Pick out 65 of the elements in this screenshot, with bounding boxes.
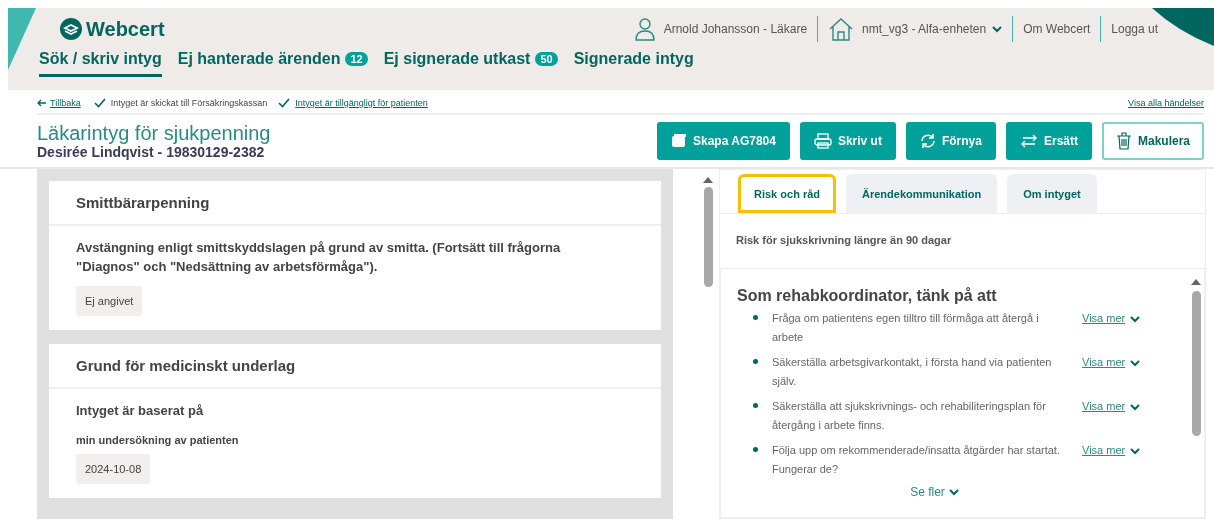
printer-icon <box>813 133 832 149</box>
show-more-link[interactable]: Visa mer <box>1082 397 1141 416</box>
certificate-title: Läkarintyg för sjukpenning <box>37 122 271 144</box>
advice-text: Säkerställa att sjukskrivnings- och rehabiliteringsplan för återgång i arbete finns. <box>772 399 1047 433</box>
count-badge: 12 <box>345 52 368 66</box>
answer-label: min undersökning av patienten <box>76 434 240 446</box>
nav-tab[interactable]: Ej signerade utkast 50 <box>383 50 558 77</box>
back-link[interactable]: Tillbaka <box>37 98 81 108</box>
advice-text: Följa upp om rekommenderade/insatta åtgärder har startat. Fungerar de? <box>772 443 1061 477</box>
answer-value: 2024-10-08 <box>76 454 151 484</box>
bullet-icon <box>753 315 758 320</box>
answer-value: Ej angivet <box>76 286 143 316</box>
nav-tab[interactable]: Signerade intyg <box>573 50 694 77</box>
question-text: Intyget är baserat på <box>76 402 205 420</box>
check-icon <box>93 98 106 108</box>
action-button[interactable]: Makulera <box>1101 122 1204 160</box>
trash-icon <box>1115 132 1132 150</box>
nav-tab[interactable]: Sök / skriv intyg <box>39 50 162 77</box>
chevron-down-icon <box>1130 358 1141 367</box>
action-button[interactable]: Skapa AG7804 <box>656 122 790 160</box>
chevron-down-icon <box>1130 402 1141 411</box>
show-more-link[interactable]: Visa mer <box>1082 309 1141 328</box>
nav-tab[interactable]: Ej hanterade ärenden 12 <box>177 50 368 77</box>
document-icon <box>670 133 687 149</box>
header-link[interactable]: Logga ut <box>1111 22 1158 36</box>
question-text: Avstängning enligt smittskyddslagen på grund av smitta. (Fortsätt till frågorna "Diagnos" och "Nedsättning av arbetsförmåga"). <box>76 239 562 276</box>
logo-text: Webcert <box>86 17 165 41</box>
action-button[interactable]: Förnya <box>905 122 996 160</box>
bullet-icon <box>753 403 758 408</box>
house-icon <box>828 17 855 41</box>
unit-selector[interactable]: nmt_vg3 - Alfa-enheten <box>862 22 1003 36</box>
chevron-down-icon <box>1130 314 1141 323</box>
corner-decoration <box>8 8 36 70</box>
chevron-down-icon <box>948 488 959 496</box>
check-icon <box>278 98 291 108</box>
swap-arrows-icon <box>1019 134 1038 148</box>
show-more-link[interactable]: Visa mer <box>1082 353 1141 372</box>
count-badge: 50 <box>535 52 558 66</box>
advice-text: Fråga om patientens egen tilltro till förmåga att återgå i arbete <box>772 311 1040 345</box>
refresh-icon <box>919 133 936 149</box>
section-title: Smittbärarpenning <box>49 181 661 226</box>
all-events-link[interactable]: Visa alla händelser <box>1128 98 1204 108</box>
see-more-link[interactable]: Se fler <box>721 485 1172 499</box>
logo-icon <box>60 18 82 40</box>
user-name: Arnold Johansson - Läkare <box>663 22 808 36</box>
event-link[interactable]: Intyget är tillgängligt för patienten <box>295 98 428 108</box>
tab[interactable]: Ärendekommunikation <box>846 174 998 213</box>
tab[interactable]: Om intyget <box>1007 174 1097 213</box>
header-link[interactable]: Om Webcert <box>1023 22 1091 36</box>
advice-text: Säkerställa arbetsgivarkontakt, i första hand via patienten själv. <box>772 355 1053 389</box>
bullet-icon <box>753 359 758 364</box>
show-more-link[interactable]: Visa mer <box>1082 441 1141 460</box>
tab[interactable]: Risk och råd <box>738 174 837 213</box>
event-text: Intyget är skickat till Försäkringskassan <box>110 98 268 108</box>
arrow-left-icon <box>37 99 47 107</box>
bullet-icon <box>753 447 758 452</box>
advice-title: Som rehabkoordinator, tänk på att <box>737 287 998 305</box>
chevron-down-icon <box>1130 446 1141 455</box>
action-button[interactable]: Ersätt <box>1005 122 1092 160</box>
person-icon <box>633 17 656 41</box>
action-button[interactable]: Skriv ut <box>799 122 896 160</box>
section-title: Grund för medicinskt underlag <box>49 344 661 389</box>
risk-text: Risk för sjukskrivning längre än 90 dagar <box>735 233 953 248</box>
chevron-down-icon <box>992 25 1003 33</box>
patient-name: Desirée Lindqvist - 19830129-2382 <box>37 144 266 160</box>
